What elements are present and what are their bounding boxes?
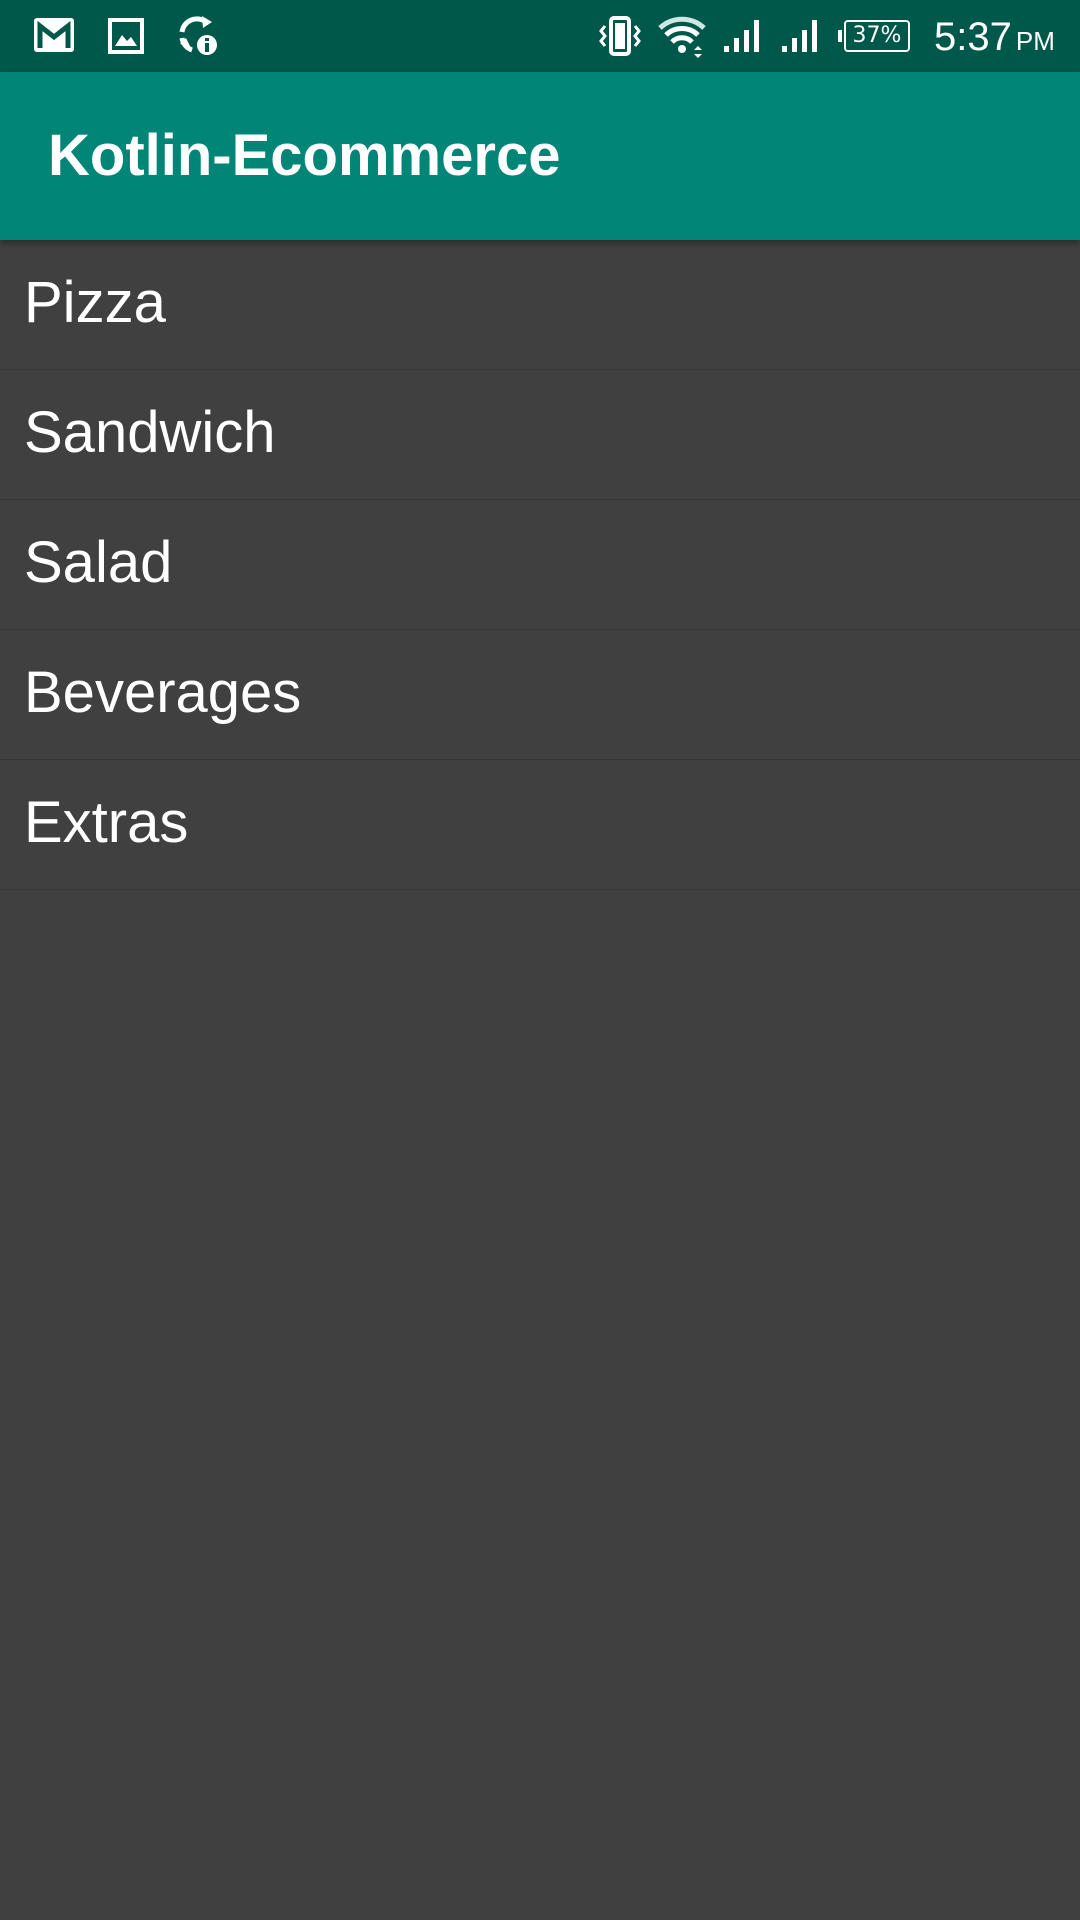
- list-item-sandwich[interactable]: Sandwich: [0, 370, 1080, 500]
- battery-nub: [838, 30, 842, 42]
- wifi-icon: [658, 16, 706, 58]
- gallery-icon: [108, 18, 144, 54]
- signal-icon: [724, 20, 759, 52]
- list-item-extras[interactable]: Extras: [0, 760, 1080, 890]
- battery-percent: 37%: [852, 23, 902, 48]
- status-bar: 37% 5:37 PM: [0, 0, 1080, 72]
- list-item-label: Extras: [24, 790, 189, 855]
- list-item-beverages[interactable]: Beverages: [0, 630, 1080, 760]
- list-item-pizza[interactable]: Pizza: [0, 240, 1080, 370]
- list-item-label: Pizza: [24, 270, 166, 335]
- gmail-icon: [34, 18, 74, 52]
- clock-ampm: PM: [1015, 26, 1055, 56]
- vibrate-icon: [599, 16, 641, 56]
- sync-info-icon: [179, 16, 217, 55]
- category-list: Pizza Sandwich Salad Beverages Extras: [0, 240, 1080, 890]
- clock-time: 5:37: [934, 15, 1012, 59]
- app-bar: Kotlin-Ecommerce: [0, 72, 1080, 240]
- list-item-label: Salad: [24, 530, 173, 595]
- battery-icon: 37%: [844, 20, 910, 52]
- status-clock: 5:37 PM: [934, 12, 1055, 62]
- list-item-label: Sandwich: [24, 400, 276, 465]
- list-item-salad[interactable]: Salad: [0, 500, 1080, 630]
- app-title: Kotlin-Ecommerce: [48, 123, 561, 188]
- list-item-label: Beverages: [24, 660, 302, 725]
- signal-icon: [782, 20, 817, 52]
